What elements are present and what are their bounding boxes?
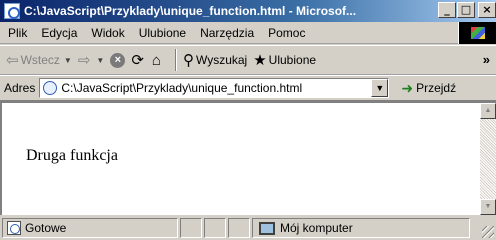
window-title: C:\JavaScript\Przyklady\unique_function.… — [24, 4, 357, 18]
go-label: Przejdź — [416, 81, 457, 95]
windows-logo-icon — [458, 22, 496, 44]
menu-help[interactable]: Pomoc — [261, 26, 312, 40]
stop-button[interactable]: × — [110, 52, 126, 68]
zone-text: Mój komputer — [280, 221, 353, 235]
menu-tools[interactable]: Narzędzia — [193, 26, 261, 40]
resize-grip[interactable] — [482, 226, 494, 238]
window-controls: _ □ × — [437, 2, 496, 18]
favorites-label: Ulubione — [268, 53, 317, 67]
forward-button[interactable]: ⇨ ▼ — [78, 51, 105, 69]
refresh-icon: ⟳ — [131, 52, 144, 69]
search-button[interactable]: ⚲ Wyszukaj — [183, 51, 247, 69]
page-content[interactable]: Druga funkcja ▲ ▼ — [0, 101, 496, 215]
forward-arrow-icon: ⇨ — [77, 52, 91, 69]
minimize-button[interactable]: _ — [438, 2, 456, 18]
status-text: Gotowe — [25, 221, 67, 235]
vertical-scrollbar[interactable]: ▲ ▼ — [480, 103, 496, 215]
scroll-track[interactable] — [480, 119, 496, 199]
address-label: Adres — [4, 81, 36, 95]
menu-favorites[interactable]: Ulubione — [132, 26, 193, 40]
page-body-text: Druga funkcja — [26, 147, 118, 164]
address-value[interactable]: C:\JavaScript\Przyklady\unique_function.… — [61, 81, 302, 95]
security-zone-panel: Mój komputer — [252, 218, 470, 238]
status-panel — [228, 218, 250, 238]
title-bar[interactable]: C:\JavaScript\Przyklady\unique_function.… — [0, 0, 496, 22]
refresh-button[interactable]: ⟳ — [131, 51, 146, 69]
page-icon — [43, 81, 58, 95]
search-icon: ⚲ — [182, 52, 194, 69]
menu-bar: Plik Edycja Widok Ulubione Narzędzia Pom… — [0, 22, 496, 44]
status-main-panel: Gotowe — [2, 218, 178, 238]
toolbar-overflow-button[interactable]: » — [483, 52, 490, 67]
menu-file[interactable]: Plik — [0, 26, 34, 40]
address-input[interactable]: C:\JavaScript\Przyklady\unique_function.… — [39, 78, 390, 98]
menu-view[interactable]: Widok — [84, 26, 131, 40]
address-bar: Adres C:\JavaScript\Przyklady\unique_fun… — [0, 75, 496, 101]
scroll-down-button[interactable]: ▼ — [480, 199, 496, 215]
back-arrow-icon: ⇦ — [6, 52, 19, 69]
favorites-button[interactable]: ★ Ulubione — [253, 51, 316, 69]
go-arrow-icon: ➜ — [401, 79, 414, 96]
home-icon: ⌂ — [151, 51, 161, 69]
search-label: Wyszukaj — [195, 53, 248, 67]
computer-icon — [259, 221, 275, 235]
go-button[interactable]: ➜ Przejdź — [401, 80, 456, 97]
status-bar: Gotowe Mój komputer — [0, 216, 496, 240]
back-label: Wstecz — [20, 53, 60, 67]
home-button[interactable]: ⌂ — [152, 52, 163, 69]
back-button[interactable]: ⇦ Wstecz ▼ — [6, 51, 72, 69]
stop-icon: × — [110, 52, 126, 68]
standard-toolbar: ⇦ Wstecz ▼ ⇨ ▼ × ⟳ ⌂ ⚲ Wyszukaj ★ Ulubio… — [0, 45, 496, 75]
scroll-up-button[interactable]: ▲ — [480, 103, 496, 119]
close-button[interactable]: × — [478, 2, 496, 18]
chevron-down-icon[interactable]: ▼ — [96, 56, 104, 65]
menu-edit[interactable]: Edycja — [34, 26, 84, 40]
status-panel — [204, 218, 226, 238]
status-panel — [180, 218, 202, 238]
page-done-icon — [7, 221, 21, 235]
address-dropdown-button[interactable]: ▼ — [371, 79, 389, 97]
toolbar-separator — [174, 49, 177, 71]
favorites-icon: ★ — [253, 52, 267, 69]
ie-page-icon — [4, 3, 20, 19]
chevron-down-icon[interactable]: ▼ — [64, 56, 72, 65]
maximize-button[interactable]: □ — [457, 2, 475, 18]
